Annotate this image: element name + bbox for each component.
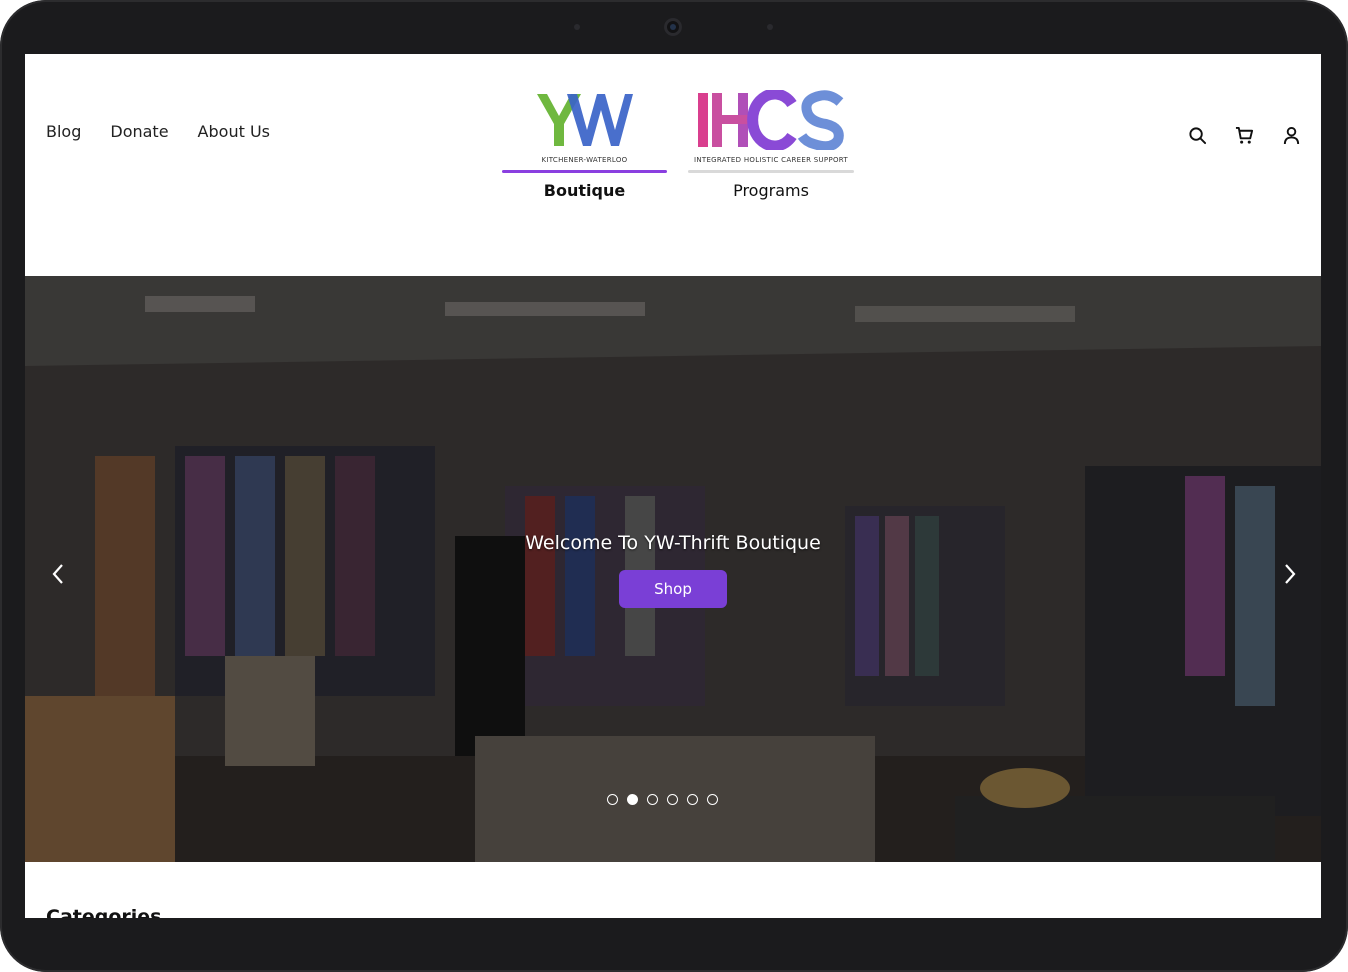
hero-overlay — [25, 276, 1321, 862]
slide-dot-2[interactable] — [627, 794, 638, 805]
hero-title: Welcome To YW-Thrift Boutique — [525, 532, 821, 554]
hero-carousel: Welcome To YW-Thrift Boutique Shop — [25, 276, 1321, 862]
search-icon[interactable] — [1188, 126, 1207, 145]
slide-dot-3[interactable] — [647, 794, 658, 805]
tablet-frame: Blog Donate About Us KITCHENER-WATERLOO … — [0, 0, 1348, 972]
chevron-left-icon — [52, 564, 63, 584]
slide-dot-1[interactable] — [607, 794, 618, 805]
nav-donate[interactable]: Donate — [110, 122, 168, 141]
cart-icon[interactable] — [1235, 126, 1254, 145]
ihcs-logo — [688, 88, 854, 154]
prev-slide-button[interactable] — [47, 559, 69, 589]
ihcs-logo-mark — [698, 88, 844, 152]
screen: Blog Donate About Us KITCHENER-WATERLOO … — [25, 54, 1321, 918]
sensor-dot — [767, 24, 773, 30]
camera-icon — [664, 18, 682, 36]
nav-about-us[interactable]: About Us — [198, 122, 270, 141]
boutique-label: Boutique — [543, 181, 626, 200]
carousel-pagination — [607, 794, 718, 805]
next-slide-button[interactable] — [1279, 559, 1301, 589]
yw-logo — [502, 90, 667, 154]
sensor-dot — [574, 24, 580, 30]
inactive-tab-indicator — [688, 170, 854, 173]
slide-dot-4[interactable] — [667, 794, 678, 805]
programs-tab[interactable]: INTEGRATED HOLISTIC CAREER SUPPORT Progr… — [688, 88, 854, 200]
yw-subtitle: KITCHENER-WATERLOO — [541, 156, 628, 164]
ihcs-subtitle: INTEGRATED HOLISTIC CAREER SUPPORT — [693, 156, 849, 164]
slide-dot-6[interactable] — [707, 794, 718, 805]
programs-label: Programs — [733, 181, 809, 200]
shop-button[interactable]: Shop — [619, 570, 727, 608]
nav-blog[interactable]: Blog — [46, 122, 81, 141]
boutique-tab[interactable]: KITCHENER-WATERLOO Boutique — [502, 90, 667, 200]
slide-dot-5[interactable] — [687, 794, 698, 805]
header-actions — [1188, 126, 1301, 145]
user-icon[interactable] — [1282, 126, 1301, 145]
main-nav: Blog Donate About Us — [46, 122, 270, 141]
site-header: Blog Donate About Us KITCHENER-WATERLOO … — [25, 54, 1321, 276]
active-tab-indicator — [502, 170, 667, 173]
categories-heading: Categories — [46, 906, 162, 918]
yw-logo-mark — [536, 94, 633, 146]
chevron-right-icon — [1285, 564, 1296, 584]
